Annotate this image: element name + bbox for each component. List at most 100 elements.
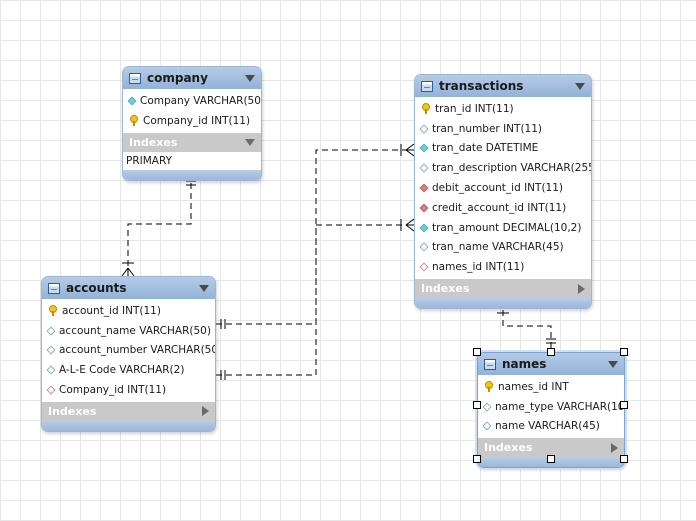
column-row[interactable]: tran_id INT(11) [415, 99, 591, 119]
attribute-icon [482, 402, 492, 412]
column-row[interactable]: account_id INT(11) [42, 301, 215, 321]
expand-icon[interactable] [611, 442, 618, 453]
collapse-icon[interactable] [199, 284, 209, 292]
primary-key-icon [49, 304, 57, 316]
table-names[interactable]: names names_id INT name_type VARCHAR(10)… [477, 352, 625, 469]
column-row[interactable]: tran_date DATETIME [415, 139, 591, 159]
column-label: Company VARCHAR(50) [140, 94, 262, 107]
attribute-icon [419, 163, 429, 173]
column-label: Company_id INT(11) [59, 384, 167, 397]
column-row[interactable]: name VARCHAR(45) [478, 417, 624, 437]
collapse-icon[interactable] [245, 74, 255, 82]
table-header[interactable]: accounts [42, 277, 215, 299]
table-company[interactable]: company Company VARCHAR(50) Company_id I… [122, 66, 262, 181]
column-label: A-L-E Code VARCHAR(2) [59, 364, 185, 377]
resize-handle-e[interactable] [620, 401, 628, 409]
foreign-key-icon [46, 385, 56, 395]
foreign-key-icon [419, 183, 429, 193]
column-label: account_id INT(11) [62, 304, 161, 317]
attribute-icon [419, 243, 429, 252]
index-item[interactable]: PRIMARY [123, 152, 261, 170]
resize-handle-s[interactable] [547, 455, 555, 463]
primary-key-icon [422, 102, 430, 114]
column-label: Company_id INT(11) [143, 114, 251, 127]
table-icon [421, 80, 433, 92]
table-header[interactable]: names [478, 353, 624, 375]
column-row[interactable]: account_name VARCHAR(50) [42, 321, 215, 341]
table-footer [42, 420, 215, 431]
column-row[interactable]: A-L-E Code VARCHAR(2) [42, 360, 215, 380]
column-row[interactable]: tran_name VARCHAR(45) [415, 238, 591, 258]
foreign-key-icon [419, 262, 429, 272]
index-label: PRIMARY [126, 154, 173, 167]
table-title: names [502, 357, 547, 371]
column-row[interactable]: Company_id INT(11) [42, 380, 215, 400]
table-header[interactable]: transactions [415, 75, 591, 97]
column-row[interactable]: Company VARCHAR(50) [123, 91, 261, 111]
column-row[interactable]: Company_id INT(11) [123, 111, 261, 131]
resize-handle-se[interactable] [620, 455, 628, 463]
primary-key-icon [130, 114, 138, 126]
column-label: debit_account_id INT(11) [432, 182, 563, 195]
column-row[interactable]: debit_account_id INT(11) [415, 178, 591, 198]
column-label: account_name VARCHAR(50) [59, 324, 211, 337]
table-icon [48, 282, 60, 294]
relationship-accounts-transactions-credit[interactable] [216, 218, 415, 380]
resize-handle-ne[interactable] [620, 348, 628, 356]
table-title: company [147, 71, 208, 85]
resize-handle-n[interactable] [547, 348, 555, 356]
primary-key-icon [485, 380, 493, 392]
attribute-icon [419, 124, 429, 134]
collapse-icon[interactable] [608, 360, 618, 368]
table-icon [129, 72, 141, 84]
attribute-icon [419, 144, 429, 153]
column-label: tran_date DATETIME [432, 142, 539, 155]
column-row[interactable]: account_number VARCHAR(50) [42, 341, 215, 361]
column-label: name_type VARCHAR(10) [495, 400, 625, 413]
indexes-bar[interactable]: Indexes [415, 279, 591, 299]
column-label: tran_description VARCHAR(255) [432, 162, 592, 175]
table-transactions[interactable]: transactions tran_id INT(11) tran_number… [414, 74, 592, 310]
column-label: names_id INT [498, 380, 569, 393]
table-footer [415, 298, 591, 309]
table-title: transactions [439, 79, 524, 93]
foreign-key-icon [419, 203, 429, 213]
column-row[interactable]: name_type VARCHAR(10) [478, 397, 624, 417]
column-row[interactable]: names_id INT [478, 377, 624, 397]
column-label: tran_id INT(11) [435, 102, 514, 115]
indexes-label: Indexes [421, 282, 470, 296]
table-footer [123, 169, 261, 180]
table-accounts[interactable]: accounts account_id INT(11) account_name… [41, 276, 216, 432]
attribute-icon [46, 346, 56, 355]
column-row[interactable]: tran_description VARCHAR(255) [415, 158, 591, 178]
attribute-icon [482, 422, 492, 431]
expand-icon[interactable] [202, 406, 209, 417]
column-label: names_id INT(11) [432, 261, 525, 274]
column-label: credit_account_id INT(11) [432, 201, 567, 214]
column-row[interactable]: names_id INT(11) [415, 257, 591, 277]
indexes-label: Indexes [129, 135, 178, 149]
column-label: tran_amount DECIMAL(10,2) [432, 221, 582, 234]
indexes-bar[interactable]: Indexes [123, 132, 261, 152]
column-label: name VARCHAR(45) [495, 420, 600, 433]
table-icon [484, 358, 496, 370]
attribute-icon [127, 96, 137, 106]
collapse-icon[interactable] [245, 138, 255, 146]
relationship-company-accounts[interactable] [121, 173, 196, 277]
resize-handle-nw[interactable] [473, 348, 481, 356]
collapse-icon[interactable] [575, 82, 585, 90]
indexes-bar[interactable]: Indexes [42, 401, 215, 421]
column-label: tran_number INT(11) [432, 122, 543, 135]
resize-handle-w[interactable] [473, 401, 481, 409]
indexes-label: Indexes [48, 404, 97, 418]
table-title: accounts [66, 281, 127, 295]
table-header[interactable]: company [123, 67, 261, 89]
column-label: account_number VARCHAR(50) [59, 344, 216, 357]
column-row[interactable]: credit_account_id INT(11) [415, 198, 591, 218]
resize-handle-sw[interactable] [473, 455, 481, 463]
column-row[interactable]: tran_number INT(11) [415, 119, 591, 139]
column-row[interactable]: tran_amount DECIMAL(10,2) [415, 218, 591, 238]
column-label: tran_name VARCHAR(45) [432, 241, 564, 254]
expand-icon[interactable] [578, 283, 585, 294]
attribute-icon [419, 223, 429, 233]
